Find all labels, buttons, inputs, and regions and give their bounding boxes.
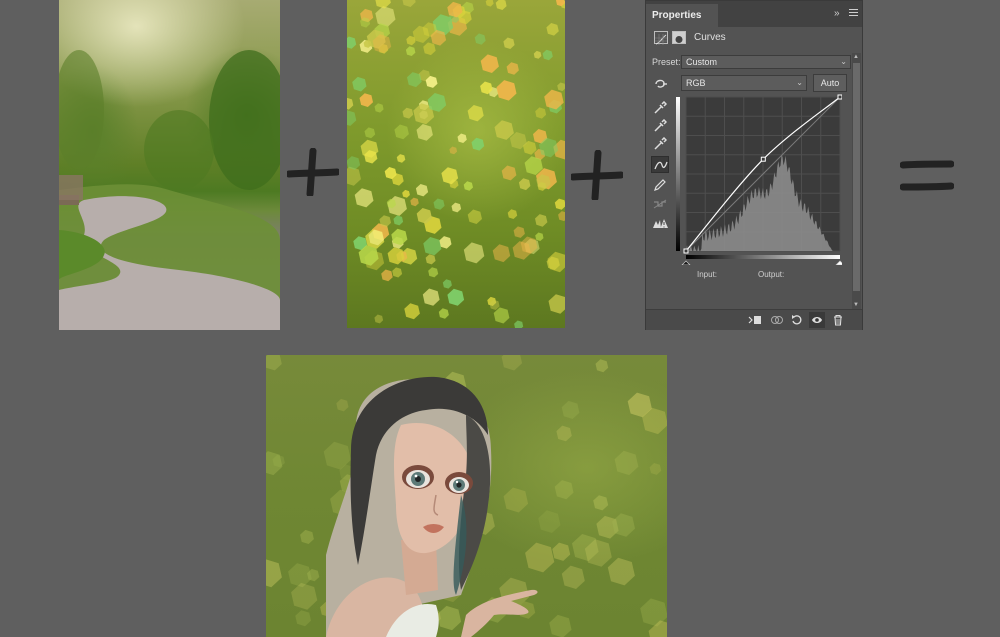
curve-control-point[interactable]	[837, 94, 842, 100]
layer-mask-icon[interactable]	[672, 31, 686, 44]
hamburger-menu-icon[interactable]	[849, 9, 858, 18]
visibility-icon[interactable]	[809, 312, 825, 328]
bokeh-texture-photo	[347, 0, 565, 328]
curve-edit-icon[interactable]	[651, 156, 669, 173]
collapse-panel-icon[interactable]: »	[834, 9, 840, 19]
equals-operator	[900, 160, 954, 192]
channel-dropdown[interactable]: RGB ⌄	[681, 75, 807, 91]
input-label: Input:	[697, 270, 718, 279]
adjustment-title: Curves	[694, 32, 726, 43]
preset-label: Preset:	[652, 57, 681, 67]
auto-button[interactable]: Auto	[813, 74, 847, 92]
output-gradient-bar	[676, 97, 680, 251]
white-eyedropper-icon[interactable]	[651, 135, 669, 152]
clip-to-layer-icon[interactable]	[746, 312, 762, 328]
curve-control-point[interactable]	[683, 248, 689, 254]
preset-dropdown[interactable]: Custom ⌄	[681, 55, 851, 69]
curve-control-point[interactable]	[760, 156, 766, 162]
panel-bottom-bar	[646, 309, 862, 330]
curves-adjustment-icon	[654, 31, 668, 45]
gray-eyedropper-icon[interactable]	[651, 117, 669, 134]
black-eyedropper-icon[interactable]	[651, 99, 669, 116]
sample-target-icon[interactable]	[654, 77, 668, 95]
smooth-icon	[651, 195, 669, 212]
black-point-slider[interactable]	[681, 260, 691, 265]
pencil-icon[interactable]	[651, 176, 669, 193]
clipping-warning-icon[interactable]	[651, 215, 669, 232]
result-portrait-photo	[266, 355, 667, 637]
scroll-down-icon[interactable]: ▼	[853, 302, 859, 308]
view-previous-icon[interactable]	[768, 312, 784, 328]
properties-panel: Properties » Curves Preset: Custom ⌄ RGB…	[645, 0, 863, 330]
properties-tab[interactable]: Properties	[646, 4, 718, 27]
plus-operator	[571, 150, 623, 200]
preset-value: Custom	[686, 57, 718, 67]
scroll-up-icon[interactable]: ▲	[853, 54, 859, 60]
channel-value: RGB	[686, 78, 706, 88]
panel-scrollbar[interactable]: ▲ ▼	[852, 53, 861, 309]
delete-icon[interactable]	[830, 312, 846, 328]
input-gradient-bar	[686, 255, 840, 259]
panel-tab-bar: Properties »	[646, 1, 862, 27]
output-label: Output:	[758, 270, 785, 279]
reset-icon[interactable]	[789, 312, 805, 328]
white-point-slider[interactable]	[835, 260, 842, 265]
chevron-down-icon: ⌄	[796, 78, 803, 87]
plus-operator	[287, 148, 339, 196]
forest-path-photo	[59, 0, 280, 330]
curves-graph[interactable]	[676, 93, 842, 265]
scrollbar-thumb[interactable]	[853, 63, 860, 291]
chevron-down-icon: ⌄	[840, 57, 847, 66]
